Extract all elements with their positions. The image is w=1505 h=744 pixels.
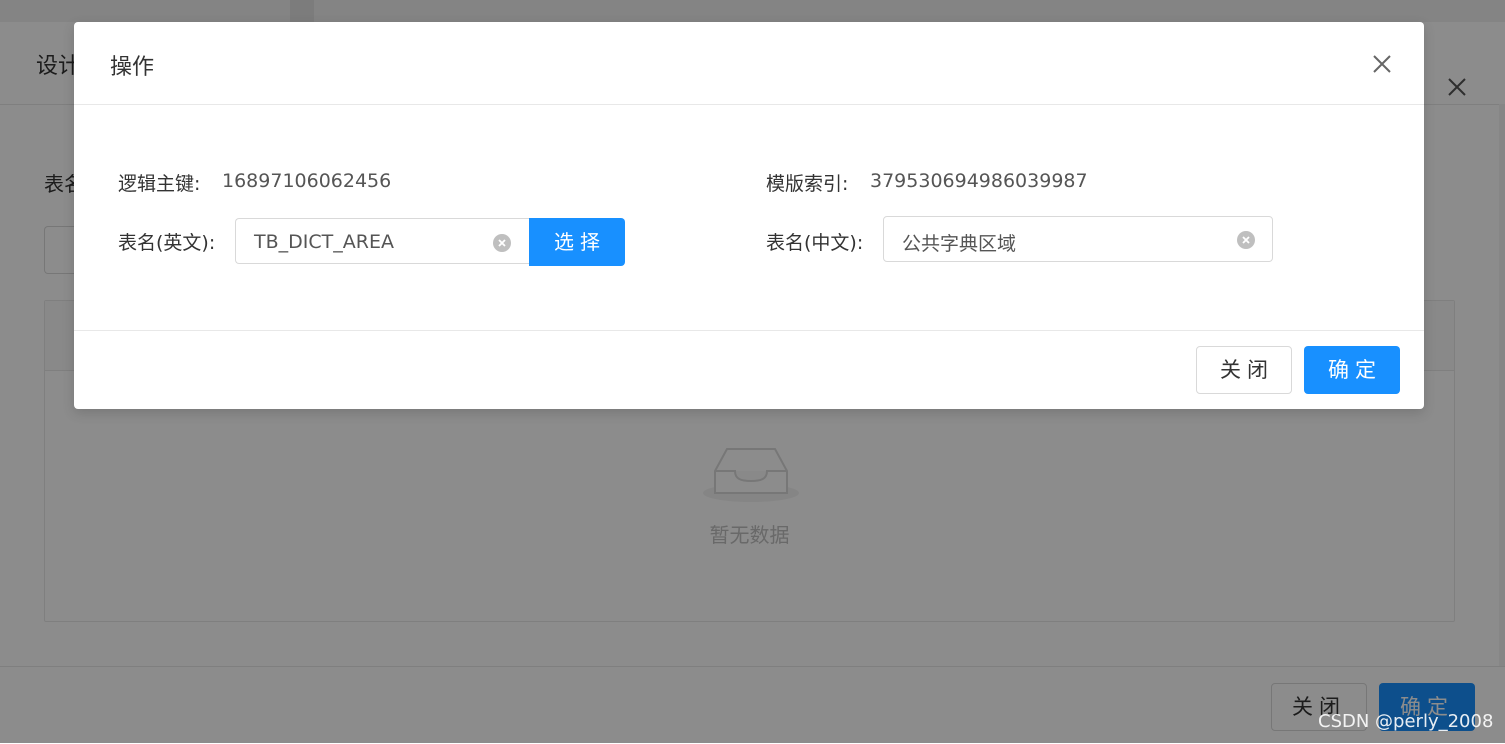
operation-modal: 操作 逻辑主键: 16897106062456 模版索引: 3795306949… — [74, 22, 1424, 409]
logic-key-value: 16897106062456 — [222, 170, 392, 192]
clear-icon[interactable] — [493, 234, 511, 252]
close-icon[interactable] — [1370, 52, 1394, 76]
table-name-cn-label: 表名(中文): — [766, 232, 864, 254]
table-name-cn-input[interactable]: 公共字典区域 — [883, 216, 1273, 262]
modal-header: 操作 — [74, 22, 1424, 105]
logic-key-label: 逻辑主键: — [118, 173, 201, 195]
close-button[interactable]: 关闭 — [1196, 346, 1292, 394]
table-name-en-label: 表名(英文): — [118, 232, 216, 254]
template-index-label: 模版索引: — [766, 173, 849, 195]
table-name-en-value: TB_DICT_AREA — [254, 231, 394, 253]
table-name-en-input[interactable]: TB_DICT_AREA — [235, 218, 530, 264]
confirm-button[interactable]: 确定 — [1304, 346, 1400, 394]
modal-title: 操作 — [110, 55, 155, 80]
select-button[interactable]: 选择 — [529, 218, 625, 266]
template-index-value: 379530694986039987 — [870, 170, 1088, 192]
table-name-cn-value: 公共字典区域 — [902, 233, 1017, 255]
watermark: CSDN @perly_2008 — [1318, 711, 1494, 732]
modal-footer: 关闭 确定 — [74, 330, 1424, 410]
clear-icon[interactable] — [1237, 231, 1255, 249]
